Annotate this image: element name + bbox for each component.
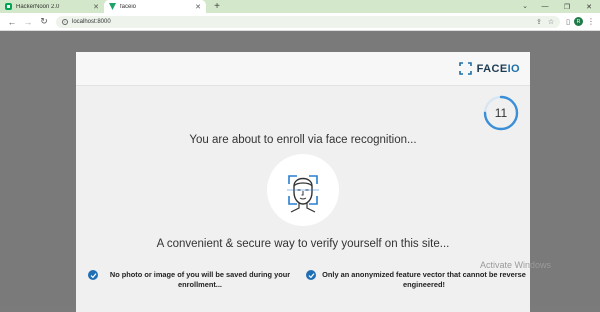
maximize-icon[interactable]: ❐	[556, 0, 578, 13]
minimize-icon[interactable]: —	[534, 0, 556, 13]
note-text: No photo or image of you will be saved d…	[109, 270, 291, 289]
tab-hackernoon[interactable]: HackerNoon 2.0 ✕	[0, 0, 104, 13]
profile-avatar[interactable]: R	[574, 17, 583, 26]
site-info-icon[interactable]: i	[62, 18, 68, 25]
note-text: Only an anonymized feature vector that c…	[322, 270, 526, 289]
back-arrow-icon[interactable]: ←	[5, 15, 19, 29]
privacy-notes: No photo or image of you will be saved d…	[76, 270, 530, 300]
reload-icon[interactable]: ↻	[37, 15, 51, 29]
share-icon[interactable]: ⇪	[536, 18, 542, 26]
bookmark-star-icon[interactable]: ☆	[548, 18, 554, 26]
tab-title: faceio	[120, 3, 137, 10]
check-icon	[88, 270, 98, 280]
faceio-enroll-modal: FACEIO 11 You are about to enroll via fa…	[76, 52, 530, 312]
face-illustration	[267, 154, 339, 226]
enroll-subline: A convenient & secure way to verify your…	[156, 238, 450, 250]
new-tab-button[interactable]: +	[210, 0, 224, 13]
tab-faceio[interactable]: faceio ✕	[104, 0, 206, 13]
note-no-photo: No photo or image of you will be saved d…	[88, 270, 298, 290]
faceio-logo: FACEIO	[458, 62, 520, 75]
hackernoon-favicon-icon	[5, 3, 12, 10]
check-icon	[306, 270, 316, 280]
url-text[interactable]: localhost:8000	[72, 19, 530, 25]
forward-arrow-icon[interactable]: →	[21, 15, 35, 29]
enroll-headline: You are about to enroll via face recogni…	[189, 134, 417, 146]
countdown-timer: 11	[482, 94, 520, 132]
window-controls: — ❐ ✕	[534, 0, 600, 13]
tab-close-icon[interactable]: ✕	[92, 3, 100, 11]
tab-close-icon[interactable]: ✕	[194, 3, 202, 11]
face-scan-icon	[287, 175, 319, 213]
address-bar[interactable]: i localhost:8000 ⇪ ☆	[56, 15, 561, 28]
modal-header: FACEIO	[76, 52, 530, 86]
browser-toolbar: ← → ↻ i localhost:8000 ⇪ ☆ ▯ R ⋮	[0, 13, 600, 31]
tab-strip: HackerNoon 2.0 ✕ faceio ✕ + ⌄ — ❐ ✕	[0, 0, 600, 13]
faceio-favicon-icon	[109, 3, 116, 10]
sidepanel-icon[interactable]: ▯	[566, 18, 570, 26]
close-window-icon[interactable]: ✕	[578, 0, 600, 13]
countdown-value: 11	[494, 106, 508, 120]
tab-search-chevron-icon[interactable]: ⌄	[522, 2, 528, 10]
note-anonymized: Only an anonymized feature vector that c…	[306, 270, 528, 290]
face-scan-logo-icon	[458, 62, 472, 75]
activate-windows-watermark: Activate Windows	[480, 260, 552, 270]
brand-wordmark: FACEIO	[476, 62, 520, 75]
tab-title: HackerNoon 2.0	[16, 3, 60, 10]
menu-kebab-icon[interactable]: ⋮	[587, 17, 595, 26]
